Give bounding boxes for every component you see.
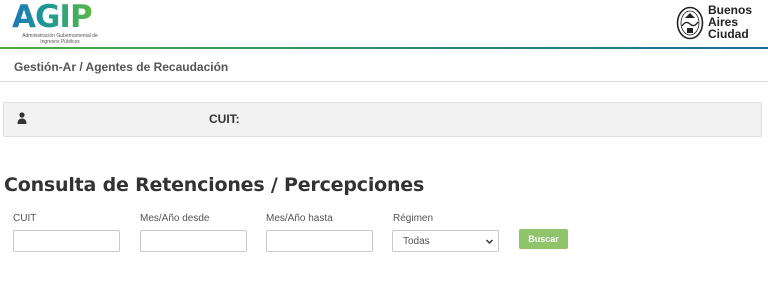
header-gradient-line: [0, 47, 768, 49]
regimen-select[interactable]: Todas: [392, 230, 499, 252]
cuit-label: CUIT:: [209, 112, 240, 126]
agip-logo[interactable]: AGIP Administración Gubernamental de Ing…: [12, 0, 112, 46]
agip-logo-text: AGIP: [12, 0, 93, 35]
search-button[interactable]: Buscar: [519, 229, 568, 249]
breadcrumb: Gestión-Ar / Agentes de Recaudación: [14, 60, 229, 74]
buenos-aires-ciudad-logo[interactable]: Buenos Aires Ciudad: [676, 3, 756, 43]
header: AGIP Administración Gubernamental de Ing…: [0, 0, 768, 48]
cuit-input[interactable]: [13, 230, 120, 252]
user-icon: [17, 112, 27, 124]
regimen-selected-value: Todas: [403, 236, 430, 247]
city-logo-line: Ciudad: [708, 27, 749, 41]
mes-hasta-input[interactable]: [266, 230, 373, 252]
mes-desde-label: Mes/Año desde: [140, 213, 210, 224]
agip-logo-subtitle: Administración Gubernamental de Ingresos…: [22, 33, 98, 45]
page-title: Consulta de Retenciones / Percepciones: [4, 174, 425, 196]
chevron-down-icon: [485, 239, 494, 245]
mes-hasta-label: Mes/Año hasta: [266, 213, 333, 224]
regimen-label: Régimen: [393, 213, 434, 224]
breadcrumb-divider: [0, 81, 768, 82]
user-info-bar: CUIT:: [3, 102, 762, 137]
cuit-field-label: CUIT: [13, 213, 37, 224]
city-seal-icon: [676, 6, 704, 40]
mes-desde-input[interactable]: [140, 230, 247, 252]
city-logo-text: Buenos Aires Ciudad: [708, 4, 752, 40]
